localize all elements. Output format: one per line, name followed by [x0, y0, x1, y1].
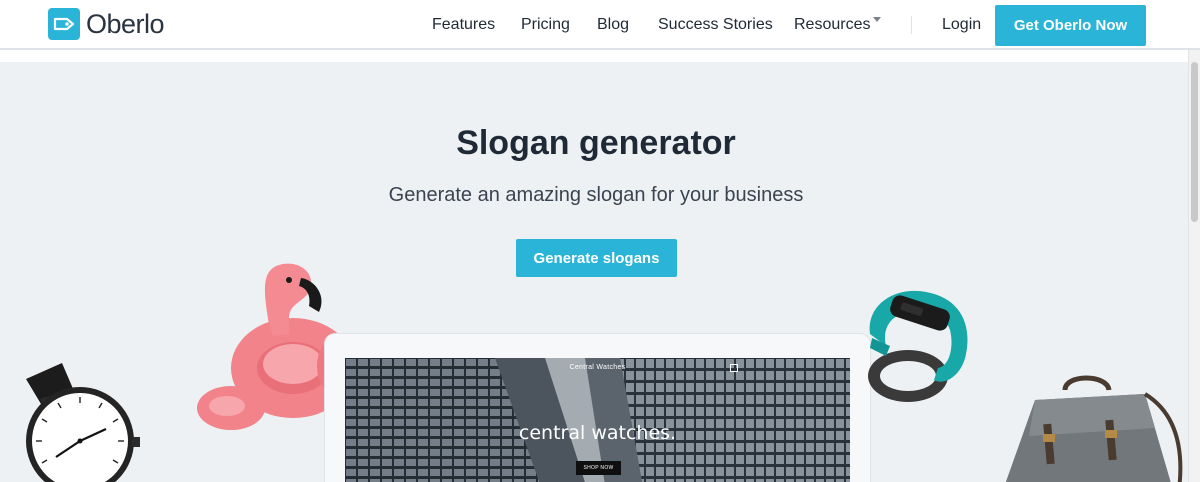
nav-divider [911, 16, 912, 34]
nav-link-features[interactable]: Features [432, 16, 495, 34]
preview-shop-button: SHOP NOW [576, 461, 621, 475]
nav-link-success-stories[interactable]: Success Stories [658, 16, 773, 34]
laptop-mockup: Central Watches central watches. SHOP NO… [325, 334, 870, 482]
fitness-band-image [868, 290, 968, 402]
nav-link-pricing[interactable]: Pricing [521, 16, 570, 34]
brand-logo-link[interactable]: Oberlo [48, 7, 165, 41]
generate-slogans-button[interactable]: Generate slogans [516, 239, 677, 277]
cart-icon [730, 364, 738, 372]
price-tag-icon [48, 8, 80, 40]
page-subtitle: Generate an amazing slogan for your busi… [388, 184, 804, 206]
brand-name: Oberlo [86, 8, 165, 39]
page-title: Slogan generator [456, 124, 736, 162]
page-scrollbar[interactable] [1188, 50, 1200, 482]
navbar: Oberlo Features Pricing Blog Success Sto… [0, 0, 1200, 50]
preview-site-name: Central Watches [569, 364, 626, 371]
login-link[interactable]: Login [942, 16, 981, 34]
scrollbar-thumb[interactable] [1191, 62, 1198, 222]
header-spacer [0, 50, 1188, 62]
page: Oberlo Features Pricing Blog Success Sto… [0, 0, 1200, 482]
store-preview-screen: Central Watches central watches. SHOP NO… [345, 358, 850, 482]
chevron-down-icon[interactable] [873, 17, 881, 22]
preview-headline: central watches. [518, 422, 677, 444]
nav-link-resources[interactable]: Resources [794, 16, 870, 34]
nav-link-blog[interactable]: Blog [597, 16, 629, 34]
watch-image [26, 363, 140, 482]
get-oberlo-button[interactable]: Get Oberlo Now [995, 5, 1146, 46]
backpack-image [1005, 375, 1183, 482]
